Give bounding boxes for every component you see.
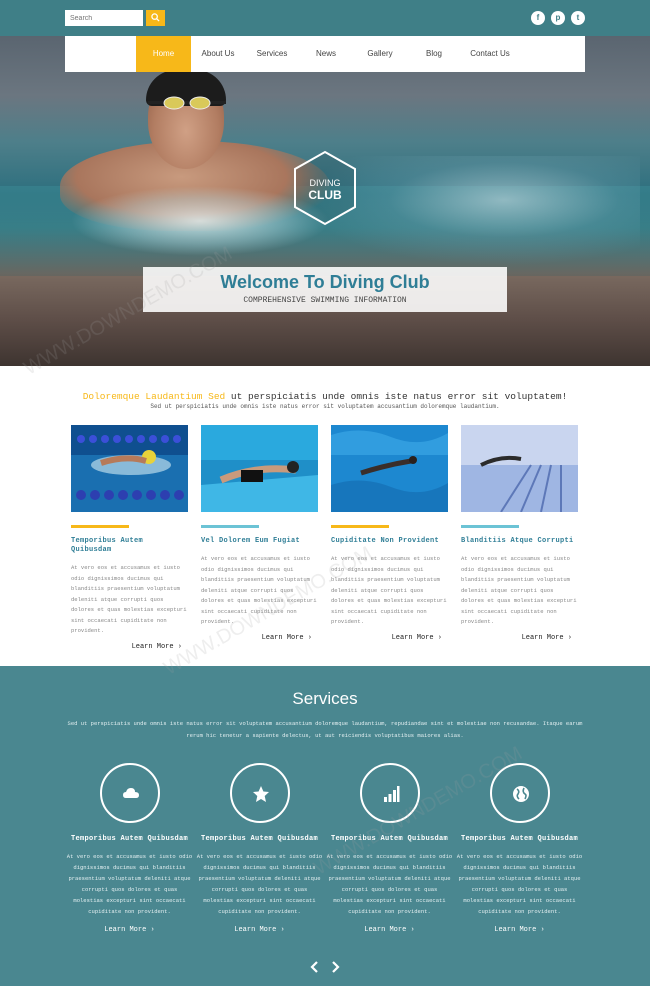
chevron-right-icon: ›	[410, 926, 415, 934]
learn-more-label: Learn More	[104, 926, 147, 934]
twitter-icon[interactable]: t	[571, 11, 585, 25]
card-accent-bar	[71, 525, 129, 528]
card-accent-bar	[201, 525, 259, 528]
service-title: Temporibus Autem Quibusdam	[70, 835, 189, 843]
feature-card: Blanditiis Atque Corrupti At vero eos et…	[461, 425, 578, 642]
nav-news[interactable]: News	[299, 36, 353, 72]
services-description: Sed ut perspiciatis unde omnis iste natu…	[67, 720, 583, 739]
facebook-icon[interactable]: f	[531, 11, 545, 25]
nav-home[interactable]: Home	[136, 36, 191, 72]
learn-more-label: Learn More	[521, 633, 564, 642]
search-input[interactable]	[65, 10, 143, 26]
card-title: Blanditiis Atque Corrupti	[461, 537, 574, 545]
service-item: Temporibus Autem Quibusdam At vero eos e…	[456, 763, 583, 934]
feature-card: Cupiditate Non Provident At vero eos et …	[331, 425, 448, 642]
chevron-right-icon: ›	[150, 926, 155, 934]
hero-title: Welcome To Diving Club	[220, 272, 430, 292]
card-image-swimmer-lanes	[71, 425, 188, 512]
learn-more-label: Learn More	[391, 633, 434, 642]
service-text: At vero eos et accusamus et iusto odio d…	[66, 853, 193, 915]
service-title: Temporibus Autem Quibusdam	[330, 835, 449, 843]
learn-more-label: Learn More	[494, 926, 537, 934]
pinterest-icon[interactable]: p	[551, 11, 565, 25]
card-text: At vero eos et accusamus et iusto odio d…	[331, 555, 447, 625]
hero-subtitle: COMPREHENSIVE SWIMMING INFORMATION	[243, 296, 407, 305]
learn-more-link[interactable]: Learn More ›	[326, 926, 453, 934]
learn-more-link[interactable]: Learn More ›	[461, 634, 578, 642]
service-title: Temporibus Autem Quibusdam	[200, 835, 319, 843]
card-image-lane-swimmer	[461, 425, 578, 513]
bar-chart-icon	[383, 786, 399, 802]
service-icon-circle[interactable]	[229, 763, 290, 823]
logo-text-club: CLUB	[308, 188, 342, 202]
service-text: At vero eos et accusamus et iusto odio d…	[196, 853, 323, 915]
globe-icon	[512, 786, 529, 802]
card-title: Cupiditate Non Provident	[331, 537, 440, 545]
cloud-icon	[122, 788, 139, 798]
service-text: At vero eos et accusamus et iusto odio d…	[326, 853, 453, 915]
hero-splash	[70, 186, 330, 256]
chevron-right-icon: ›	[437, 633, 442, 642]
learn-more-label: Learn More	[234, 926, 277, 934]
learn-more-link[interactable]: Learn More ›	[71, 643, 188, 651]
star-icon	[252, 786, 269, 802]
services-title: Services	[292, 689, 358, 708]
service-item: Temporibus Autem Quibusdam At vero eos e…	[66, 763, 193, 934]
learn-more-link[interactable]: Learn More ›	[456, 926, 583, 934]
card-image-pool-swimmer	[331, 425, 448, 512]
nav-about-us[interactable]: About Us	[191, 36, 245, 72]
card-text: At vero eos et accusamus et iusto odio d…	[201, 555, 317, 625]
search-icon	[151, 13, 160, 22]
card-accent-bar	[461, 525, 519, 528]
search-button[interactable]	[146, 10, 165, 26]
chevron-right-icon: ›	[177, 642, 182, 651]
card-title: Vel Dolorem Eum Fugiat	[201, 537, 301, 545]
chevron-left-icon[interactable]	[309, 960, 321, 974]
learn-more-link[interactable]: Learn More ›	[196, 926, 323, 934]
chevron-right-icon: ›	[280, 926, 285, 934]
card-accent-bar	[331, 525, 389, 528]
learn-more-link[interactable]: Learn More ›	[331, 634, 448, 642]
nav-services[interactable]: Services	[245, 36, 299, 72]
chevron-right-icon: ›	[307, 633, 312, 642]
learn-more-link[interactable]: Learn More ›	[201, 634, 318, 642]
main-nav: Home About Us Services News Gallery Blog…	[65, 36, 585, 72]
service-icon-circle[interactable]	[99, 763, 160, 823]
card-image-underwater-swimmer	[201, 425, 318, 512]
intro-subtitle: Sed ut perspiciatis unde omnis iste natu…	[150, 403, 500, 410]
service-icon-circle[interactable]	[359, 763, 420, 823]
feature-card: Temporibus Autem Quibusdam At vero eos e…	[71, 425, 188, 651]
nav-blog[interactable]: Blog	[407, 36, 461, 72]
welcome-box: Welcome To Diving Club COMPREHENSIVE SWI…	[143, 267, 507, 312]
learn-more-label: Learn More	[131, 642, 174, 651]
service-item: Temporibus Autem Quibusdam At vero eos e…	[326, 763, 453, 934]
chevron-right-icon: ›	[540, 926, 545, 934]
nav-contact-us[interactable]: Contact Us	[461, 36, 519, 72]
learn-more-label: Learn More	[261, 633, 304, 642]
hero-goggles	[148, 96, 226, 110]
chevron-right-icon: ›	[567, 633, 572, 642]
card-title: Temporibus Autem Quibusdam	[71, 537, 144, 554]
learn-more-label: Learn More	[364, 926, 407, 934]
service-text: At vero eos et accusamus et iusto odio d…	[456, 853, 583, 915]
feature-card: Vel Dolorem Eum Fugiat At vero eos et ac…	[201, 425, 318, 642]
intro-heading-rest: ut perspiciatis unde omnis iste natus er…	[225, 391, 568, 402]
chevron-right-icon[interactable]	[329, 960, 341, 974]
intro-heading: Doloremque Laudantium Sed ut perspiciati…	[0, 391, 650, 402]
card-text: At vero eos et accusamus et iusto odio d…	[71, 564, 187, 634]
service-title: Temporibus Autem Quibusdam	[460, 835, 579, 843]
nav-gallery[interactable]: Gallery	[353, 36, 407, 72]
intro-highlight: Doloremque Laudantium Sed	[82, 391, 226, 402]
service-icon-circle[interactable]	[489, 763, 550, 823]
logo-text-diving: DIVING	[309, 178, 341, 188]
learn-more-link[interactable]: Learn More ›	[66, 926, 193, 934]
card-text: At vero eos et accusamus et iusto odio d…	[461, 555, 577, 625]
service-item: Temporibus Autem Quibusdam At vero eos e…	[196, 763, 323, 934]
